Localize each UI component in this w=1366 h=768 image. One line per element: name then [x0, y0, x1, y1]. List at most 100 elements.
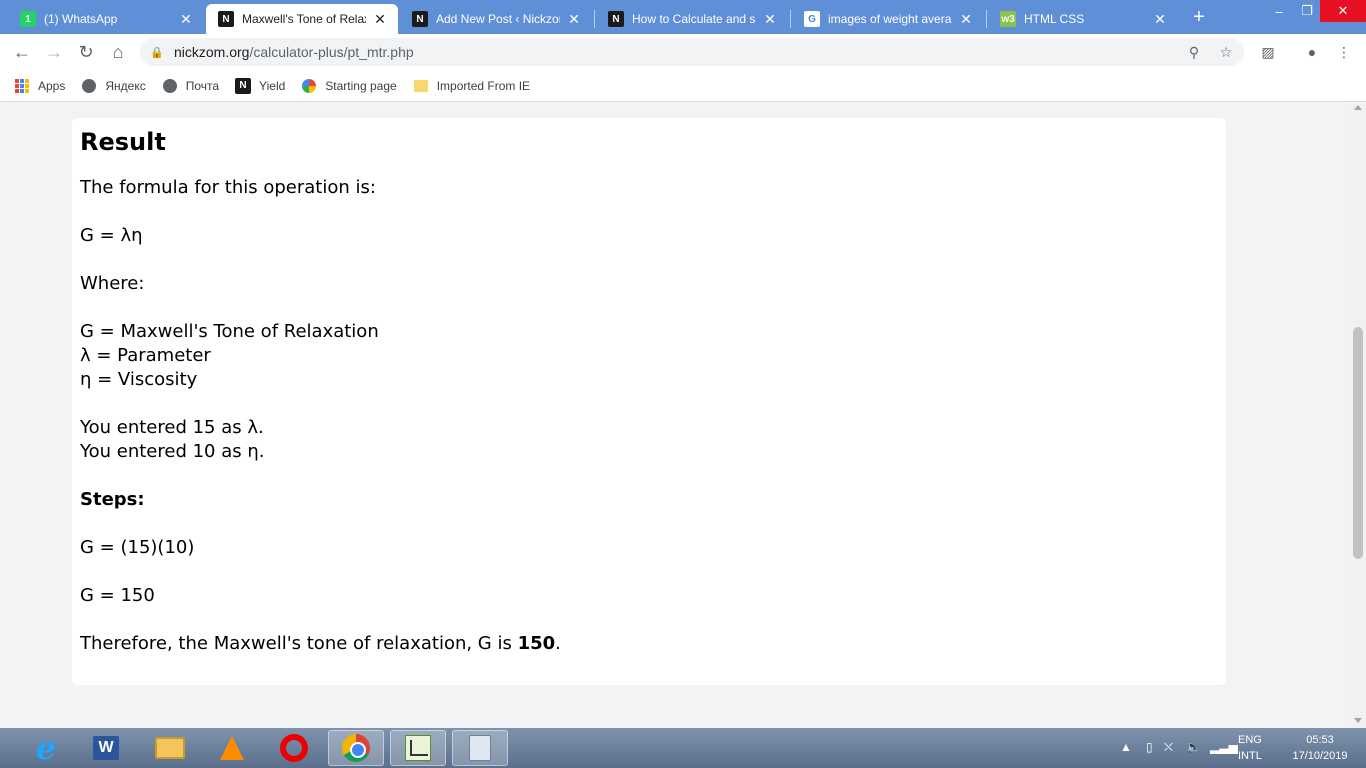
- vertical-scrollbar[interactable]: [1350, 103, 1366, 728]
- close-icon[interactable]: ✕: [958, 11, 974, 27]
- browser-toolbar: ← → ↻ ⌂ 🔒 nickzom.org/calculator-plus/pt…: [0, 34, 1366, 70]
- bookmark-pochta[interactable]: Почта: [162, 74, 219, 98]
- where-label: Where:: [80, 273, 145, 294]
- definition-eta: η = Viscosity: [80, 369, 198, 390]
- conclusion: Therefore, the Maxwell's tone of relaxat…: [80, 632, 1218, 656]
- close-icon[interactable]: ✕: [566, 11, 582, 27]
- bookmark-label: Starting page: [325, 78, 397, 93]
- entered-values: You entered 15 as λ. You entered 10 as η…: [80, 416, 1218, 464]
- result-heading: Result: [80, 128, 166, 156]
- tab-html-css[interactable]: w3 HTML CSS ✕: [988, 4, 1178, 34]
- system-clock[interactable]: 05:53 17/10/2019: [1288, 732, 1352, 764]
- taskbar-file-explorer[interactable]: [142, 730, 198, 766]
- close-icon[interactable]: ✕: [372, 11, 388, 27]
- bookmark-star-icon[interactable]: ☆: [1217, 43, 1235, 61]
- show-hidden-icons-icon[interactable]: ▲: [1120, 740, 1132, 754]
- taskbar-vlc[interactable]: [204, 730, 260, 766]
- tab-separator: [594, 10, 595, 28]
- file-explorer-icon: [155, 737, 185, 759]
- new-tab-button[interactable]: +: [1188, 7, 1210, 29]
- reload-button[interactable]: ↻: [74, 40, 98, 64]
- tab-images-weight[interactable]: G images of weight average ✕: [792, 4, 984, 34]
- tab-title: HTML CSS: [1024, 12, 1085, 26]
- taskbar-opera[interactable]: [266, 730, 322, 766]
- definition-g: G = Maxwell's Tone of Relaxation: [80, 321, 379, 342]
- formula: G = λη: [80, 225, 143, 246]
- definition-lambda: λ = Parameter: [80, 345, 211, 366]
- folder-icon: [413, 78, 429, 94]
- bookmark-yandex[interactable]: Яндекс: [81, 74, 146, 98]
- menu-icon[interactable]: ⋮: [1334, 42, 1354, 62]
- tab-add-new-post[interactable]: N Add New Post ‹ Nickzom ✕: [400, 4, 592, 34]
- tab-separator: [790, 10, 791, 28]
- tab-whatsapp[interactable]: 1 (1) WhatsApp ✕: [8, 4, 204, 34]
- battery-icon[interactable]: ▯: [1146, 740, 1153, 754]
- bookmark-imported-from-ie[interactable]: Imported From IE: [413, 74, 530, 98]
- close-window-button[interactable]: ✕: [1320, 0, 1366, 22]
- step-1: G = (15)(10): [80, 537, 195, 558]
- address-bar[interactable]: 🔒 nickzom.org/calculator-plus/pt_mtr.php…: [140, 38, 1244, 66]
- zoom-icon[interactable]: ⚲: [1185, 43, 1203, 61]
- close-icon[interactable]: ✕: [762, 11, 778, 27]
- word-icon: W: [93, 736, 119, 760]
- close-icon[interactable]: ✕: [1152, 11, 1168, 27]
- nickzom-icon: N: [412, 11, 428, 27]
- back-button[interactable]: ←: [10, 40, 34, 64]
- scroll-down-arrow-icon[interactable]: [1354, 718, 1362, 723]
- url-text[interactable]: nickzom.org/calculator-plus/pt_mtr.php: [174, 44, 414, 60]
- clock-time: 05:53: [1306, 734, 1334, 746]
- chart-app-icon: [405, 735, 431, 761]
- restore-button[interactable]: ❐: [1290, 0, 1324, 22]
- nickzom-icon: N: [218, 11, 234, 27]
- clock-date: 17/10/2019: [1292, 750, 1348, 762]
- tab-how-to-calculate[interactable]: N How to Calculate and solve ✕: [596, 4, 788, 34]
- close-icon[interactable]: ✕: [178, 11, 194, 27]
- bookmark-label: Почта: [185, 78, 220, 93]
- vlc-icon: [220, 736, 244, 760]
- w3-icon: w3: [1000, 11, 1016, 27]
- tab-title: How to Calculate and solve: [632, 12, 756, 26]
- input-language[interactable]: ENG INTL: [1238, 732, 1274, 764]
- scroll-up-arrow-icon[interactable]: [1354, 105, 1362, 110]
- bookmark-apps[interactable]: Apps: [14, 74, 65, 98]
- result-card: Result The formula for this operation is…: [72, 118, 1226, 685]
- taskbar-chrome[interactable]: [328, 730, 384, 766]
- bookmark-yield[interactable]: N Yield: [235, 74, 285, 98]
- taskbar-chart-app[interactable]: [390, 730, 446, 766]
- url-path: /calculator-plus/pt_mtr.php: [249, 44, 414, 60]
- tab-title: images of weight average: [828, 12, 952, 26]
- definitions: G = Maxwell's Tone of Relaxation λ = Par…: [80, 320, 1218, 392]
- globe-icon: [162, 78, 178, 94]
- tab-maxwell[interactable]: N Maxwell's Tone of Relaxation ✕: [206, 4, 398, 34]
- tab-strip: 1 (1) WhatsApp ✕ N Maxwell's Tone of Rel…: [0, 0, 1366, 34]
- formula-intro: The formula for this operation is:: [80, 177, 376, 198]
- taskbar-word[interactable]: W: [78, 730, 134, 766]
- url-domain: nickzom.org: [174, 44, 250, 60]
- google-icon: G: [804, 11, 820, 27]
- bookmarks-bar: Apps Яндекс Почта N Yield Starting page …: [0, 70, 1366, 102]
- signal-icon[interactable]: ▂▃▅: [1210, 740, 1238, 754]
- yield-icon: N: [235, 77, 252, 94]
- windows-taskbar: e W ▲ ▯ ⛌ 🔈 ▂▃▅ ENG INTL 05:53 17/10/201…: [0, 728, 1366, 768]
- bookmark-starting-page[interactable]: Starting page: [301, 74, 397, 98]
- profile-icon[interactable]: ●: [1302, 42, 1322, 62]
- taskbar-internet-explorer[interactable]: e: [18, 729, 74, 767]
- chrome-icon: [342, 734, 370, 762]
- taskbar-calculator[interactable]: [452, 730, 508, 766]
- forward-button[interactable]: →: [42, 40, 66, 64]
- scrollbar-thumb[interactable]: [1353, 327, 1363, 559]
- network-icon[interactable]: ⛌: [1164, 740, 1173, 755]
- volume-icon[interactable]: 🔈: [1186, 740, 1201, 754]
- steps-label: Steps:: [80, 489, 145, 510]
- home-button[interactable]: ⌂: [106, 40, 130, 64]
- nickzom-icon: N: [608, 11, 624, 27]
- tab-separator: [986, 10, 987, 28]
- extension-icon[interactable]: ▨: [1258, 42, 1278, 62]
- whatsapp-icon: 1: [20, 11, 36, 27]
- bookmark-label: Apps: [38, 78, 66, 93]
- page-viewport: Result The formula for this operation is…: [0, 103, 1350, 728]
- globe-icon: [81, 78, 97, 94]
- language-code: ENG: [1238, 734, 1262, 746]
- conclusion-suffix: .: [555, 633, 561, 654]
- lock-icon[interactable]: 🔒: [150, 45, 164, 59]
